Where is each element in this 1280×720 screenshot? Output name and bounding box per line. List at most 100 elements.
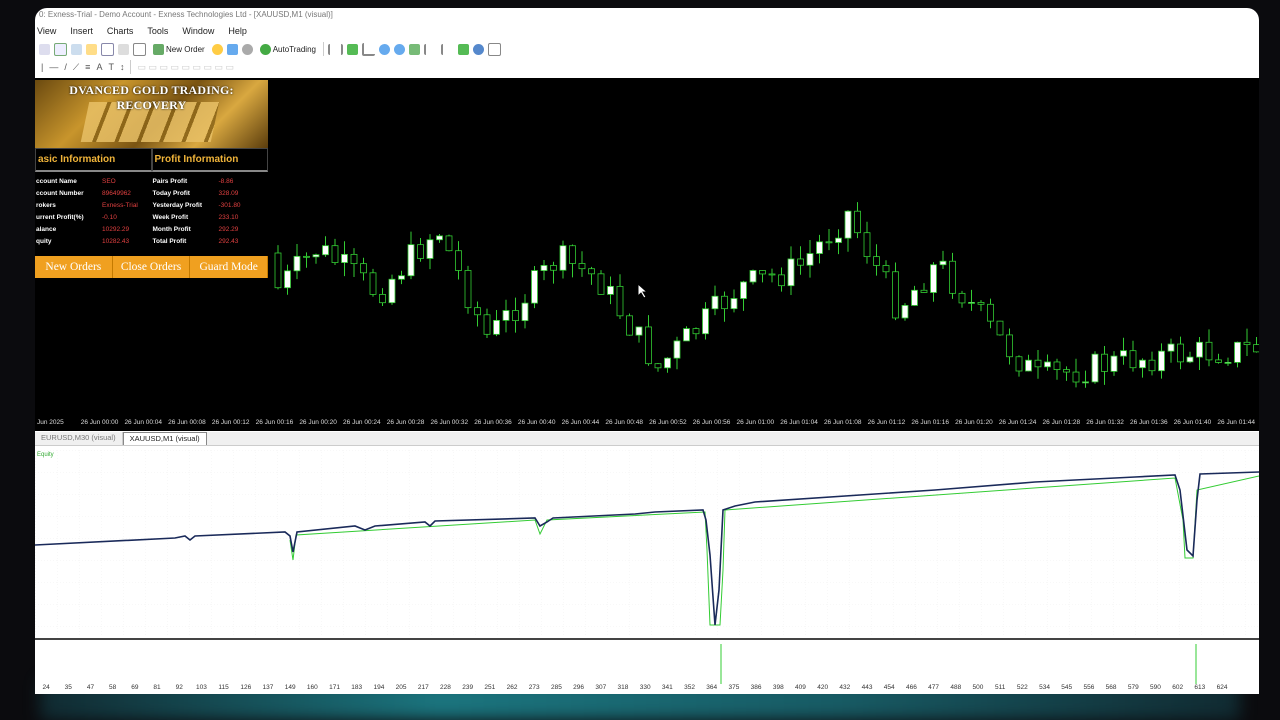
templates-icon[interactable] xyxy=(487,42,501,56)
auto-trading-button[interactable]: AutoTrading xyxy=(257,41,319,57)
info-row: ccount Name SEO xyxy=(35,176,152,188)
drawing-toolbar: | — / ⟋ ≡ A T ↕ ▭ ▭ ▭ ▭ ▭ ▭ ▭ ▭ ▭ xyxy=(35,59,1259,75)
info-row: Pairs Profit -8.86 xyxy=(152,176,269,188)
tab-xauusd[interactable]: XAUUSD,M1 (visual) xyxy=(122,432,207,445)
trade-axis-label: 47 xyxy=(86,684,95,691)
candle-body xyxy=(350,253,358,265)
trade-axis-label: 205 xyxy=(395,684,407,691)
dropdown-icon[interactable] xyxy=(39,43,50,55)
candle-body xyxy=(379,294,386,304)
arrows-tool-icon[interactable]: ↕ xyxy=(120,62,125,72)
time-axis-label: 26 Jun 01:04 xyxy=(780,419,818,426)
candle-body xyxy=(1082,381,1089,384)
candle-body xyxy=(1205,341,1213,361)
indicators-icon[interactable] xyxy=(457,43,469,55)
basic-info-header: asic Information xyxy=(35,148,152,172)
trade-axis-label: 466 xyxy=(905,684,917,691)
candle-body xyxy=(1034,359,1042,368)
trade-axis-label: 602 xyxy=(1172,684,1184,691)
candle-body xyxy=(1072,371,1080,383)
menu-charts[interactable]: Charts xyxy=(107,26,134,40)
candle-body xyxy=(721,295,728,310)
timeframe-buttons-icon[interactable]: ▭ ▭ ▭ ▭ ▭ ▭ ▭ ▭ ▭ xyxy=(137,62,234,73)
label-tool-icon[interactable]: T xyxy=(108,62,114,72)
trendline-tool-icon[interactable]: / xyxy=(64,62,67,72)
trade-axis-label: 183 xyxy=(351,684,363,691)
candle-body xyxy=(1177,343,1184,363)
info-key: ccount Name xyxy=(36,178,77,185)
candle-body xyxy=(1243,341,1251,346)
candle-body xyxy=(426,239,434,259)
fibo-tool-icon[interactable]: ≡ xyxy=(85,62,90,72)
metaeditor-icon[interactable] xyxy=(226,43,238,55)
globe-icon[interactable] xyxy=(241,43,253,55)
candle-body xyxy=(949,260,956,294)
pitchfork-tool-icon[interactable]: ⟋ xyxy=(73,62,79,73)
standard-toolbar: New Order AutoTrading xyxy=(35,40,1259,58)
new-order-button[interactable]: New Order xyxy=(150,41,208,57)
time-axis-label: 26 Jun 01:36 xyxy=(1129,419,1168,426)
info-value: SEO xyxy=(102,178,116,185)
new-chart-icon[interactable] xyxy=(54,42,67,56)
menu-insert[interactable]: Insert xyxy=(70,26,93,40)
menu-view[interactable]: View xyxy=(37,26,56,40)
trade-axis-label: 149 xyxy=(284,684,296,691)
navigator-icon[interactable] xyxy=(118,43,129,55)
autoscroll-icon[interactable] xyxy=(423,43,437,55)
info-value: -301.80 xyxy=(218,202,241,209)
time-axis-label: 26 Jun 00:40 xyxy=(517,419,556,426)
candle-body xyxy=(455,250,462,271)
candle-body xyxy=(740,281,747,299)
window-title: 0: Exness-Trial - Demo Account - Exness … xyxy=(39,10,333,19)
candle-body xyxy=(407,244,415,277)
close-orders-button[interactable]: Close Orders xyxy=(113,256,191,278)
text-tool-icon[interactable]: A xyxy=(96,62,102,72)
bar-chart-icon[interactable] xyxy=(327,43,343,55)
gold-icon[interactable] xyxy=(211,43,223,55)
trade-axis-label: 273 xyxy=(528,684,540,691)
folder-icon[interactable] xyxy=(86,43,97,55)
window-icon[interactable] xyxy=(101,42,114,56)
info-value: 292.43 xyxy=(218,238,239,245)
time-axis-label: 26 Jun 00:36 xyxy=(474,419,512,426)
trade-axis-label: 500 xyxy=(972,684,984,691)
chart-shift-icon[interactable] xyxy=(440,43,454,55)
menu-help[interactable]: Help xyxy=(228,26,247,40)
trade-axis-label: 115 xyxy=(218,684,229,691)
trade-axis-label: 386 xyxy=(750,684,762,691)
time-axis-label: 26 Jun 00:20 xyxy=(299,419,337,426)
line-chart-icon[interactable] xyxy=(361,42,375,56)
tile-windows-icon[interactable] xyxy=(408,43,420,55)
trade-axis-label: 103 xyxy=(195,684,207,691)
trade-axis-label: 330 xyxy=(639,684,651,691)
candle-body xyxy=(968,301,975,304)
info-value: 233.10 xyxy=(218,214,239,221)
crosshair-icon[interactable] xyxy=(71,43,82,55)
new-orders-button[interactable]: New Orders xyxy=(35,256,113,278)
info-row: alance 10292.29 xyxy=(35,224,152,236)
candle-body xyxy=(521,302,529,322)
terminal-icon[interactable] xyxy=(133,42,146,56)
guard-mode-button[interactable]: Guard Mode xyxy=(190,256,269,278)
candle-body xyxy=(493,319,500,335)
candle-body xyxy=(616,285,624,317)
candlestick-icon[interactable] xyxy=(346,43,358,55)
cursor-tool-icon[interactable]: | xyxy=(41,62,43,72)
new-order-icon xyxy=(153,43,164,55)
hline-tool-icon[interactable]: — xyxy=(49,62,58,72)
menu-window[interactable]: Window xyxy=(182,26,214,40)
candle-body xyxy=(749,270,757,283)
panel-info: ccount Name SEO ccount Number 89649962 rok… xyxy=(35,172,268,248)
candle-body xyxy=(512,310,519,322)
periods-icon[interactable] xyxy=(472,43,484,55)
zoom-in-icon[interactable] xyxy=(378,43,390,55)
tab-eurusd[interactable]: EURUSD,M30 (visual) xyxy=(35,432,123,445)
candle-body xyxy=(540,265,548,271)
trade-axis-label: 318 xyxy=(617,684,629,691)
candle-body xyxy=(958,292,966,304)
auto-trading-icon xyxy=(259,43,271,55)
time-axis-label: 26 Jun 01:08 xyxy=(823,419,862,426)
menu-tools[interactable]: Tools xyxy=(147,26,168,40)
time-axis-label: 26 Jun 01:28 xyxy=(1042,419,1081,426)
zoom-out-icon[interactable] xyxy=(393,43,405,55)
